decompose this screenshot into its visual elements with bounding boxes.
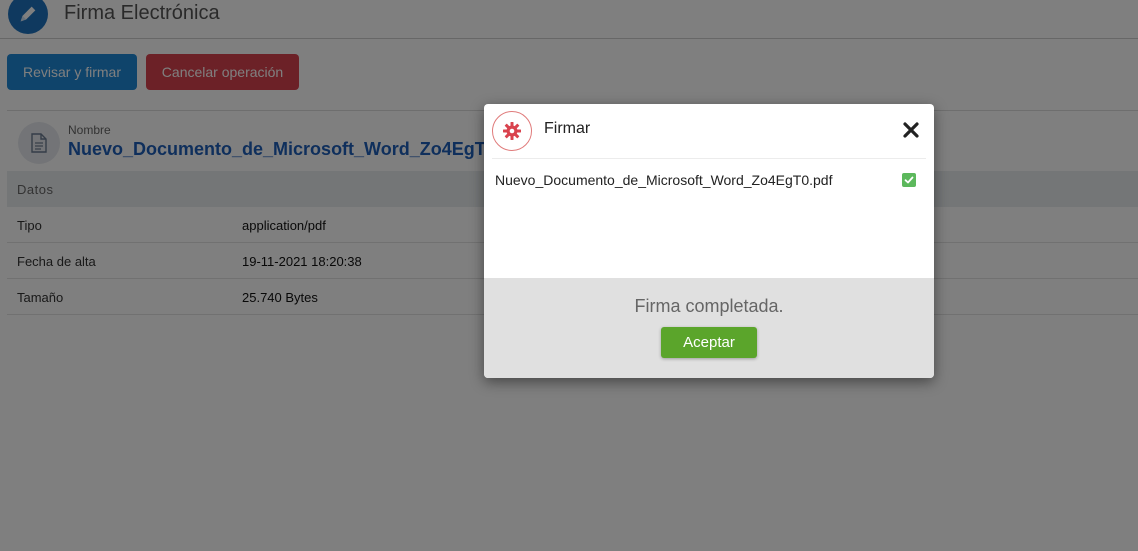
status-message: Firma completada. (634, 296, 784, 316)
dialog-title: Firmar (544, 120, 591, 137)
dialog-footer: Firma completada. Aceptar (484, 278, 934, 378)
sign-dialog: Firmar Nuevo_Documento_de_Microsoft_Word… (484, 104, 934, 378)
accept-button[interactable]: Aceptar (661, 327, 757, 358)
dialog-header: Firmar (484, 104, 934, 158)
close-icon[interactable] (900, 119, 922, 141)
file-name: Nuevo_Documento_de_Microsoft_Word_Zo4EgT… (495, 172, 833, 188)
check-icon (902, 173, 916, 187)
gear-icon (492, 111, 532, 151)
page: Firma Electrónica Revisar y firmar Cance… (0, 0, 1138, 551)
divider (492, 158, 926, 159)
list-item: Nuevo_Documento_de_Microsoft_Word_Zo4EgT… (495, 171, 925, 191)
